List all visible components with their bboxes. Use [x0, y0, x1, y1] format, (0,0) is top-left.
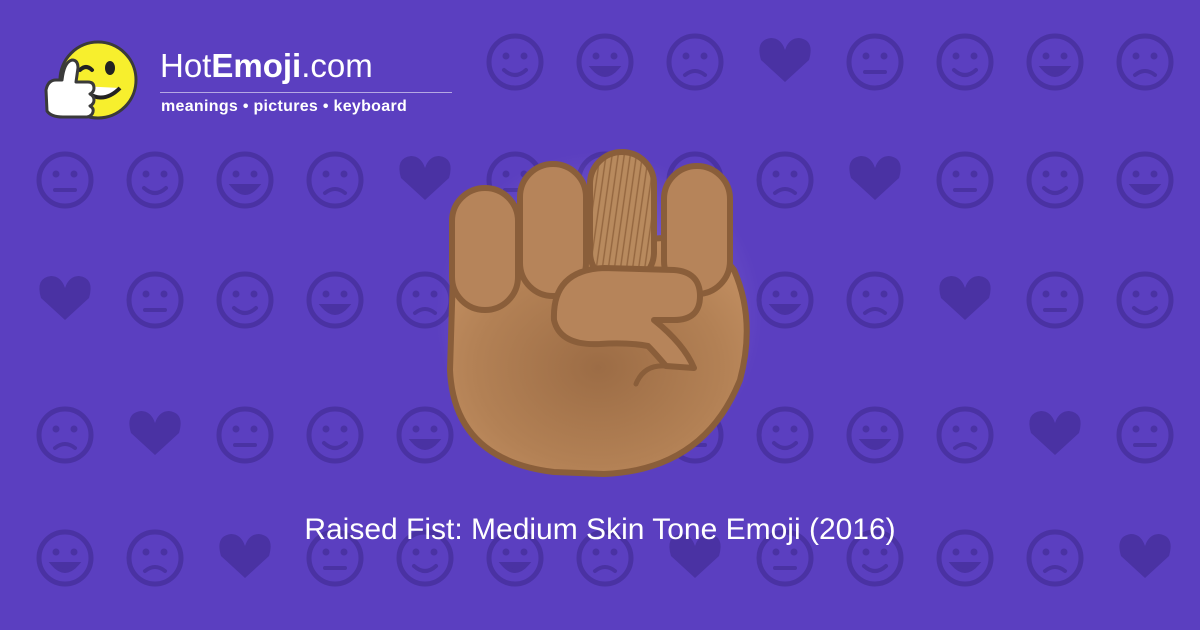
pattern-emoji-icon	[486, 33, 544, 91]
pattern-emoji-icon	[306, 151, 364, 209]
pattern-emoji-icon	[306, 271, 364, 329]
logo-divider	[160, 92, 452, 93]
pattern-emoji-icon	[216, 406, 274, 464]
logo-tagline: meanings • pictures • keyboard	[161, 98, 408, 115]
pattern-emoji-icon	[1029, 411, 1081, 455]
pattern-emoji-icon	[846, 406, 904, 464]
pattern-emoji-icon	[216, 271, 274, 329]
hero-emoji	[404, 120, 794, 500]
pattern-emoji-icon	[936, 151, 994, 209]
pattern-emoji-icon	[1026, 271, 1084, 329]
pattern-emoji-icon	[1026, 33, 1084, 91]
pattern-emoji-icon	[849, 156, 901, 200]
pattern-emoji-icon	[936, 406, 994, 464]
pattern-emoji-icon	[846, 33, 904, 91]
pattern-emoji-icon	[39, 276, 91, 320]
pattern-emoji-icon	[936, 33, 994, 91]
pattern-emoji-icon	[126, 151, 184, 209]
pattern-emoji-icon	[216, 151, 274, 209]
brand-suffix: .com	[301, 47, 373, 84]
pattern-emoji-icon	[1116, 33, 1174, 91]
brand-light: Hot	[160, 47, 212, 84]
share-card: HotEmoji.com meanings • pictures • keybo…	[0, 0, 1200, 630]
winking-thumbs-up-smiley-icon	[40, 34, 140, 130]
pattern-emoji-icon	[129, 411, 181, 455]
pattern-emoji-icon	[126, 271, 184, 329]
pattern-emoji-icon	[36, 406, 94, 464]
pattern-emoji-icon	[759, 38, 811, 82]
pattern-emoji-icon	[1026, 151, 1084, 209]
emoji-caption: Raised Fist: Medium Skin Tone Emoji (201…	[304, 513, 896, 546]
pattern-emoji-icon	[1116, 151, 1174, 209]
pattern-emoji-icon	[666, 33, 724, 91]
pattern-emoji-icon	[576, 33, 634, 91]
brand-bold: Emoji	[211, 47, 302, 84]
raised-fist-medium-skin-tone-icon	[447, 149, 750, 477]
pattern-emoji-icon	[939, 276, 991, 320]
logo-wordmark[interactable]: HotEmoji.com	[160, 46, 373, 86]
pattern-emoji-icon	[36, 151, 94, 209]
pattern-emoji-icon	[1116, 406, 1174, 464]
pattern-emoji-icon	[846, 271, 904, 329]
pattern-emoji-icon	[1116, 271, 1174, 329]
pattern-emoji-icon	[306, 406, 364, 464]
site-logo[interactable]: HotEmoji.com meanings • pictures • keybo…	[40, 34, 460, 134]
